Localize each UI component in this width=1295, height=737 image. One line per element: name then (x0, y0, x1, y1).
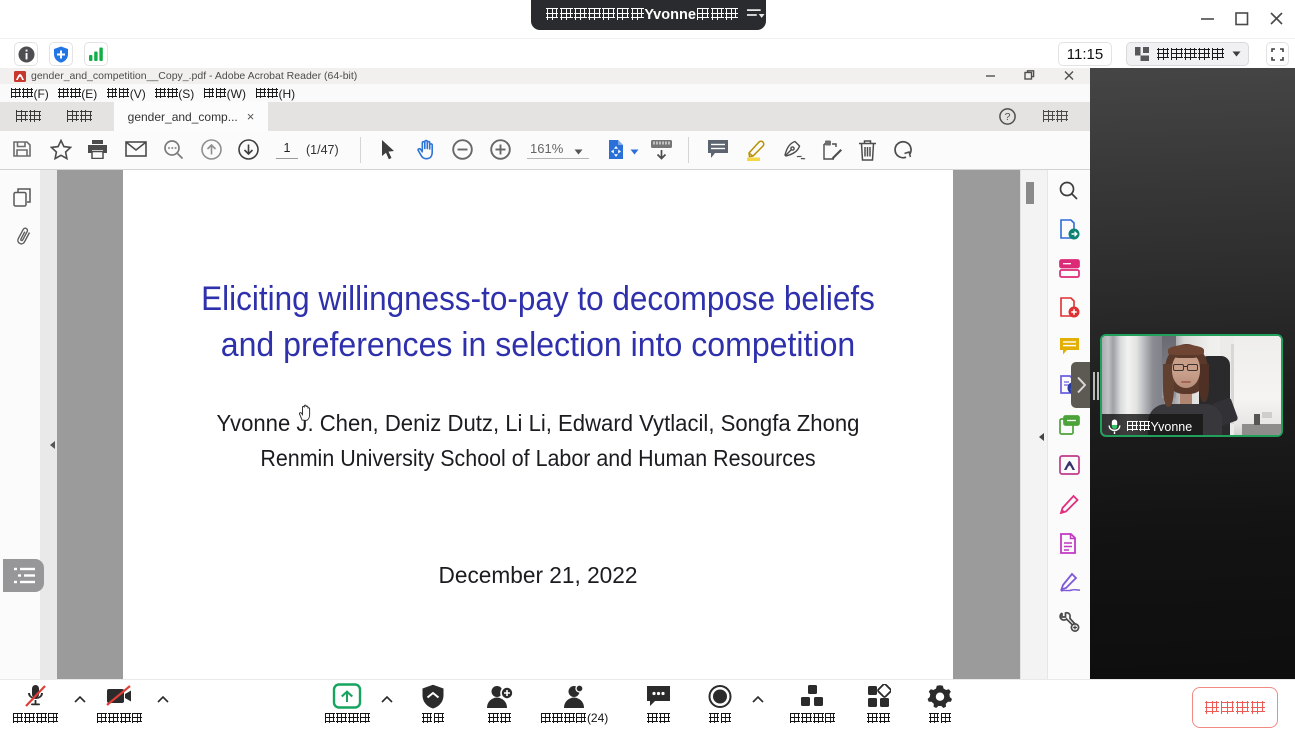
svg-text:?: ? (1005, 111, 1011, 123)
